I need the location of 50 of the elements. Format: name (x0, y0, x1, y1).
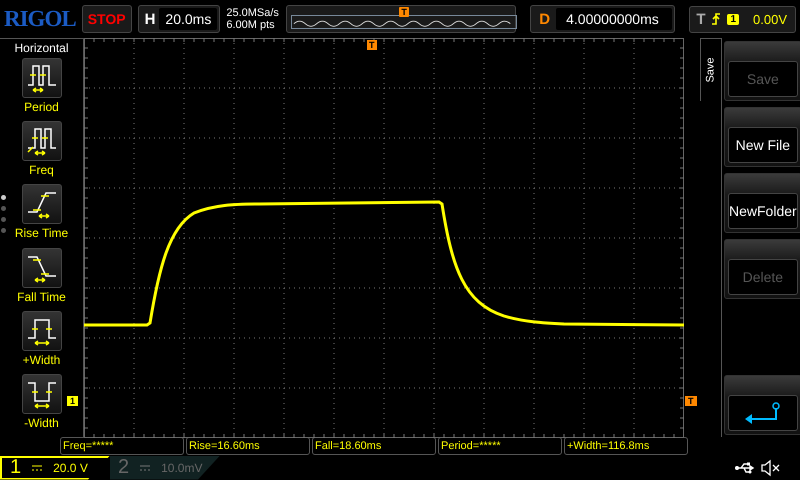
measurement-label: Fall Time (17, 290, 66, 304)
back-button[interactable] (724, 375, 800, 435)
measurement-result: Period=***** (438, 437, 562, 455)
measurement-label: Freq (29, 163, 54, 178)
trigger-display[interactable]: T 1 0.00V (689, 6, 796, 32)
measurement-button[interactable] (22, 248, 62, 288)
measurement-button[interactable] (22, 121, 62, 162)
sample-rate: 25.0MSa/s (226, 7, 280, 19)
channel-number: 1 (10, 456, 22, 479)
rise-time-icon (28, 192, 56, 220)
measurement-result: Rise=16.60ms (186, 437, 310, 455)
trigger-position-marker: T (399, 7, 409, 17)
dc-coupling-icon (31, 464, 44, 472)
delay-display[interactable]: D 4.00000000ms (530, 5, 676, 33)
measurement-result: Freq=***** (60, 437, 184, 455)
negative-width-icon (28, 382, 56, 409)
channel-number: 2 (118, 456, 130, 479)
usb-icon (734, 460, 756, 474)
run-state-button[interactable]: STOP (82, 5, 132, 33)
fall-time-icon (28, 256, 56, 282)
measurement-button[interactable] (22, 310, 62, 351)
mute-icon (760, 458, 780, 476)
softkey-button[interactable]: NewFolder (724, 173, 800, 233)
menu-title: Horizontal (14, 40, 69, 57)
measurement-label: Period (24, 100, 59, 114)
measurement-label: Rise Time (14, 226, 68, 240)
channel-marker: 1 (67, 396, 78, 406)
measurement-button[interactable] (22, 58, 62, 98)
measurement-result: Fall=18.60ms (312, 437, 436, 455)
brand-logo: RIGOL (4, 6, 76, 32)
positive-width-icon (28, 318, 56, 346)
measurement-button[interactable] (22, 374, 62, 414)
menu-title: Save (705, 57, 717, 83)
channel-status[interactable]: 1 20.0 V (0, 456, 110, 480)
trigger-level-marker: T (685, 396, 696, 406)
measurement-label: -Width (24, 416, 59, 430)
softkey-button[interactable]: New File (724, 107, 800, 167)
channel-scale: 10.0mV (161, 460, 202, 474)
measurement-label: +Width (22, 352, 60, 367)
frequency-icon (26, 128, 56, 156)
measurement-button[interactable] (22, 184, 62, 224)
channel-scale: 20.0 V (53, 460, 88, 474)
trigger-position-marker: T (367, 40, 376, 50)
page-indicator (1, 195, 6, 233)
measurement-result: +Width=116.8ms (564, 437, 688, 455)
period-icon (28, 65, 56, 93)
dc-coupling-icon (139, 464, 152, 472)
rising-edge-icon (711, 12, 722, 26)
memory-depth: 6.00M pts (226, 19, 276, 31)
timebase-display[interactable]: H 20.0ms (138, 5, 220, 33)
